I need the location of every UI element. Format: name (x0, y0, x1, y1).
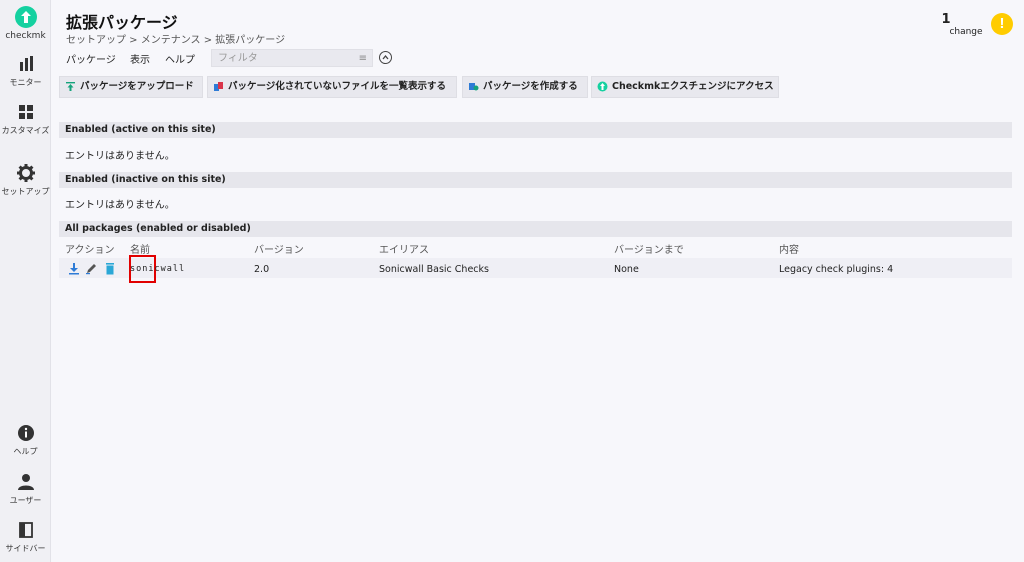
column-header-actions: アクション (65, 245, 115, 256)
create-package-button[interactable]: パッケージを作成する (462, 76, 588, 98)
sidebar-item-label: カスタマイズ (1, 126, 50, 135)
sidebar-item-sidebar[interactable]: サイドバー (0, 520, 51, 555)
list-unpackaged-label: パッケージ化されていないファイルを一覧表示する (228, 81, 447, 92)
exchange-label: Checkmkエクスチェンジにアクセス (612, 81, 774, 92)
list-unpackaged-files-button[interactable]: パッケージ化されていないファイルを一覧表示する (207, 76, 457, 98)
menu-packages[interactable]: パッケージ (66, 51, 116, 66)
info-icon (17, 425, 34, 441)
column-header-content[interactable]: 内容 (779, 241, 799, 256)
checkmk-logo-icon (14, 6, 37, 28)
section-enabled-inactive-header: Enabled (inactive on this site) (59, 172, 1012, 188)
section-all-packages-header: All packages (enabled or disabled) (59, 221, 1012, 237)
main-content: 拡張パッケージ セットアップ > メンテナンス > 拡張パッケージ 1 chan… (51, 0, 1024, 562)
filter-box: ≡ (211, 49, 373, 67)
upload-package-label: パッケージをアップロード (80, 81, 194, 92)
filter-input[interactable] (212, 50, 348, 66)
sidebar: checkmk モニター カスタマイズ セットアップ ヘルプ ユーザー サイドバ… (0, 0, 51, 562)
menubar: パッケージ 表示 ヘルプ ≡ (59, 48, 1016, 68)
upload-icon (66, 82, 75, 91)
user-icon (17, 474, 34, 490)
exclamation-icon[interactable]: ! (991, 13, 1013, 35)
menu-help[interactable]: ヘルプ (165, 51, 195, 66)
sidebar-item-monitor[interactable]: モニター (0, 54, 51, 89)
section-enabled-active-empty: エントリはありません。 (65, 151, 175, 162)
column-header-version[interactable]: バージョン (254, 241, 304, 256)
checkmk-exchange-button[interactable]: Checkmkエクスチェンジにアクセス (591, 76, 779, 98)
edit-icon[interactable] (85, 262, 97, 275)
change-count[interactable]: 1 (926, 12, 966, 27)
package-name: sonicwall (130, 264, 186, 274)
package-alias: Sonicwall Basic Checks (379, 264, 489, 275)
page-title: 拡張パッケージ (66, 13, 178, 32)
column-header-version-until[interactable]: バージョンまで (614, 241, 684, 256)
section-enabled-active-header: Enabled (active on this site) (59, 122, 1012, 138)
checkmk-logo[interactable]: checkmk (0, 6, 51, 41)
chevron-up-icon[interactable] (379, 51, 392, 64)
delete-icon[interactable] (104, 262, 116, 275)
package-content: Legacy check plugins: 4 (779, 264, 894, 275)
sidebar-icon (18, 522, 33, 538)
sidebar-item-user[interactable]: ユーザー (0, 472, 51, 507)
create-package-icon (469, 83, 479, 91)
section-enabled-inactive-empty: エントリはありません。 (65, 200, 175, 211)
files-icon (214, 82, 223, 91)
package-version: 2.0 (254, 264, 270, 275)
sidebar-item-setup[interactable]: セットアップ (0, 163, 51, 198)
menu-display[interactable]: 表示 (130, 51, 150, 66)
create-package-label: パッケージを作成する (483, 81, 578, 92)
filter-icon[interactable]: ≡ (359, 53, 367, 64)
sidebar-item-label: セットアップ (1, 187, 50, 196)
package-version-until: None (614, 264, 639, 275)
download-icon[interactable] (68, 262, 80, 275)
column-header-alias[interactable]: エイリアス (379, 241, 429, 256)
sidebar-item-label: ユーザー (9, 496, 42, 505)
logo-text: checkmk (5, 31, 46, 41)
gear-icon (16, 164, 35, 182)
sidebar-item-customize[interactable]: カスタマイズ (0, 102, 51, 137)
breadcrumb[interactable]: セットアップ > メンテナンス > 拡張パッケージ (66, 31, 285, 46)
change-label[interactable]: change (946, 27, 986, 37)
sidebar-item-label: モニター (9, 78, 42, 87)
sidebar-item-label: ヘルプ (13, 447, 38, 456)
column-header-name[interactable]: 名前 (130, 241, 150, 256)
sidebar-item-help[interactable]: ヘルプ (0, 423, 51, 458)
upload-package-button[interactable]: パッケージをアップロード (59, 76, 203, 98)
sidebar-item-label: サイドバー (5, 544, 46, 553)
grid-icon (18, 105, 33, 119)
bar-chart-icon (19, 56, 33, 71)
exchange-icon (597, 81, 608, 92)
